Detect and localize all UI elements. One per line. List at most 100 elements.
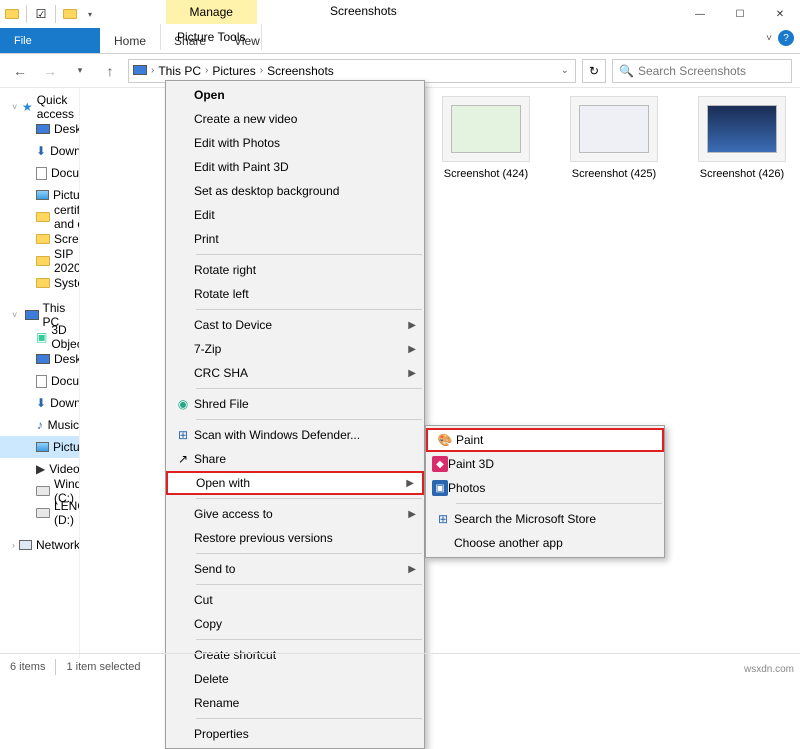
file-item[interactable]: Screenshot (425) — [564, 96, 664, 180]
chevron-right-icon[interactable]: › — [258, 65, 265, 76]
nav-documents-pc[interactable]: Documents — [0, 370, 79, 392]
nav-documents[interactable]: Documents — [0, 162, 79, 184]
ctx-send-to[interactable]: Send to▶ — [166, 557, 424, 581]
search-icon: 🔍 — [619, 64, 634, 78]
breadcrumb-this-pc[interactable]: This PC — [158, 64, 201, 78]
status-selected-count: 1 item selected — [66, 661, 140, 673]
nav-drive-d[interactable]: LENOVO (D:) — [0, 502, 79, 524]
new-folder-qat-icon[interactable] — [62, 6, 78, 22]
file-name: Screenshot (424) — [444, 168, 528, 180]
ctx-edit-photos[interactable]: Edit with Photos — [166, 131, 424, 155]
context-tab-picture-tools[interactable]: Picture Tools — [160, 24, 262, 50]
file-name: Screenshot (425) — [572, 168, 656, 180]
share-icon: ↗ — [172, 452, 194, 466]
nav-certificates[interactable]: certificates and offe — [0, 206, 79, 228]
status-item-count: 6 items — [10, 661, 45, 673]
title-bar: ☑ ▾ — ☐ ✕ — [0, 0, 800, 28]
chevron-right-icon: ▶ — [408, 320, 416, 331]
tab-file[interactable]: File — [0, 28, 100, 53]
nav-desktop[interactable]: Desktop — [0, 118, 79, 140]
refresh-button[interactable]: ↻ — [582, 59, 606, 83]
navigation-pane: ˅★Quick access Desktop ⬇Downloads Docume… — [0, 88, 80, 658]
ctx-properties[interactable]: Properties — [166, 722, 424, 746]
nav-3d-objects[interactable]: ▣3D Objects — [0, 326, 79, 348]
nav-quick-access[interactable]: ˅★Quick access — [0, 96, 79, 118]
paint3d-icon: ◆ — [432, 456, 448, 472]
maximize-button[interactable]: ☐ — [720, 0, 760, 28]
ctx-create-video[interactable]: Create a new video — [166, 107, 424, 131]
ctx-open[interactable]: Open — [166, 83, 424, 107]
submenu-paint[interactable]: 🎨Paint — [426, 428, 664, 452]
ctx-rotate-right[interactable]: Rotate right — [166, 258, 424, 282]
ctx-cast[interactable]: Cast to Device▶ — [166, 313, 424, 337]
shred-icon: ◉ — [172, 397, 194, 411]
ctx-7zip[interactable]: 7-Zip▶ — [166, 337, 424, 361]
file-name: Screenshot (426) — [700, 168, 784, 180]
search-input[interactable]: 🔍 Search Screenshots — [612, 59, 792, 83]
minimize-button[interactable]: — — [680, 0, 720, 28]
breadcrumb[interactable]: › This PC › Pictures › Screenshots ⌄ — [128, 59, 576, 83]
ctx-rename[interactable]: Rename — [166, 691, 424, 715]
nav-sip2020[interactable]: SIP 2020 — [0, 250, 79, 272]
ctx-edit-paint3d[interactable]: Edit with Paint 3D — [166, 155, 424, 179]
paint-icon: 🎨 — [434, 433, 456, 447]
ribbon-expand-icon[interactable]: ˅ — [766, 33, 772, 44]
ctx-copy[interactable]: Copy — [166, 612, 424, 636]
chevron-right-icon: ▶ — [408, 564, 416, 575]
shield-icon: ⊞ — [172, 428, 194, 442]
nav-downloads[interactable]: ⬇Downloads — [0, 140, 79, 162]
file-item[interactable]: Screenshot (426) — [692, 96, 792, 180]
ctx-shred[interactable]: ◉Shred File — [166, 392, 424, 416]
open-with-submenu: 🎨Paint ◆Paint 3D ▣Photos ⊞Search the Mic… — [425, 425, 665, 558]
breadcrumb-screenshots[interactable]: Screenshots — [267, 64, 334, 78]
ctx-defender[interactable]: ⊞Scan with Windows Defender... — [166, 423, 424, 447]
chevron-right-icon: ▶ — [406, 478, 414, 489]
submenu-paint3d[interactable]: ◆Paint 3D — [426, 452, 664, 476]
chevron-down-icon[interactable]: ⌄ — [559, 65, 571, 76]
nav-pictures-pc[interactable]: Pictures — [0, 436, 79, 458]
nav-forward-button[interactable]: → — [38, 59, 62, 83]
nav-back-button[interactable]: ← — [8, 59, 32, 83]
file-item[interactable]: Screenshot (424) — [436, 96, 536, 180]
ctx-edit[interactable]: Edit — [166, 203, 424, 227]
ctx-restore-versions[interactable]: Restore previous versions — [166, 526, 424, 550]
submenu-store[interactable]: ⊞Search the Microsoft Store — [426, 507, 664, 531]
folder-icon — [4, 6, 20, 22]
status-bar: 6 items 1 item selected — [0, 653, 800, 679]
ctx-open-with[interactable]: Open with▶ — [166, 471, 424, 495]
nav-up-button[interactable]: ↑ — [98, 59, 122, 83]
help-icon[interactable]: ? — [778, 30, 794, 46]
chevron-right-icon[interactable]: › — [203, 65, 210, 76]
nav-desktop-pc[interactable]: Desktop — [0, 348, 79, 370]
submenu-photos[interactable]: ▣Photos — [426, 476, 664, 500]
ctx-rotate-left[interactable]: Rotate left — [166, 282, 424, 306]
photos-icon: ▣ — [432, 480, 448, 496]
breadcrumb-pictures[interactable]: Pictures — [212, 64, 255, 78]
nav-system32[interactable]: System32 — [0, 272, 79, 294]
ctx-set-background[interactable]: Set as desktop background — [166, 179, 424, 203]
breadcrumb-pc-icon — [133, 64, 147, 78]
window-title: Screenshots — [330, 4, 397, 18]
nav-recent-dropdown[interactable]: ▾ — [68, 59, 92, 83]
submenu-choose-app[interactable]: Choose another app — [426, 531, 664, 555]
tab-home[interactable]: Home — [100, 28, 160, 53]
qat-dropdown-icon[interactable]: ▾ — [82, 6, 98, 22]
chevron-right-icon: ▶ — [408, 368, 416, 379]
ctx-share[interactable]: ↗Share — [166, 447, 424, 471]
properties-qat-icon[interactable]: ☑ — [33, 6, 49, 22]
chevron-right-icon[interactable]: › — [149, 65, 156, 76]
ctx-print[interactable]: Print — [166, 227, 424, 251]
watermark: wsxdn.com — [744, 664, 794, 675]
close-button[interactable]: ✕ — [760, 0, 800, 28]
chevron-right-icon: ▶ — [408, 344, 416, 355]
ctx-give-access[interactable]: Give access to▶ — [166, 502, 424, 526]
nav-music[interactable]: ♪Music — [0, 414, 79, 436]
ctx-crc[interactable]: CRC SHA▶ — [166, 361, 424, 385]
nav-network[interactable]: ›Network — [0, 534, 79, 556]
search-placeholder: Search Screenshots — [638, 64, 746, 78]
context-menu: Open Create a new video Edit with Photos… — [165, 80, 425, 749]
ctx-cut[interactable]: Cut — [166, 588, 424, 612]
nav-downloads-pc[interactable]: ⬇Downloads — [0, 392, 79, 414]
chevron-right-icon: ▶ — [408, 509, 416, 520]
quick-access-toolbar: ☑ ▾ — [0, 0, 102, 28]
